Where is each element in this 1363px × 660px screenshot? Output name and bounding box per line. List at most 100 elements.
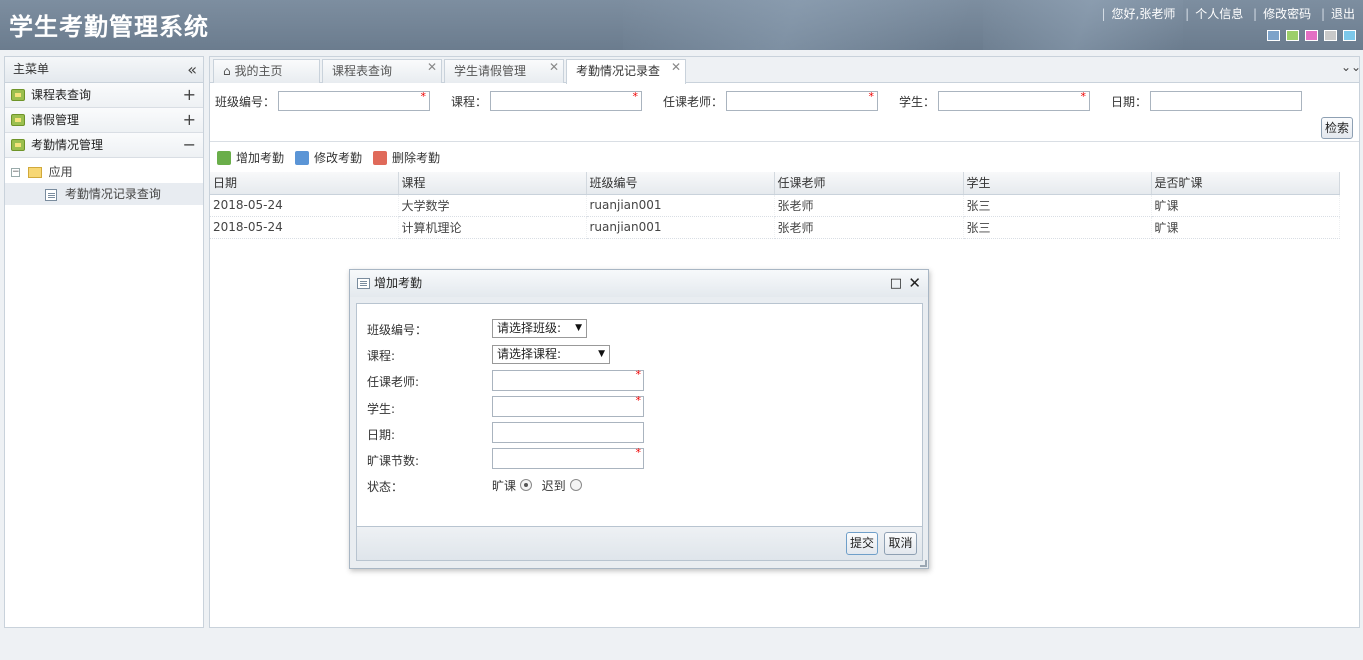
tab-label: 考勤情况记录查 <box>576 64 661 78</box>
expand-icon[interactable]: + <box>183 83 196 107</box>
teacher-input[interactable]: * <box>492 368 644 391</box>
course-input[interactable]: * <box>490 90 642 111</box>
theme-cyan-swatch[interactable] <box>1343 30 1356 41</box>
tab-schedule-query[interactable]: 课程表查询 ✕ <box>322 59 442 83</box>
student-label: 学生: <box>367 402 396 416</box>
absent-hours-label: 旷课节数: <box>367 454 420 468</box>
change-password-link[interactable]: 修改密码 <box>1263 7 1311 21</box>
tab-leave-management[interactable]: 学生请假管理 ✕ <box>444 59 564 83</box>
greeting: 您好,张老师 <box>1111 7 1176 21</box>
course-select[interactable]: 请选择课程: ▼ <box>492 345 610 364</box>
accordion-schedule-query[interactable]: 课程表查询 + <box>5 83 203 108</box>
add-attendance-label: 增加考勤 <box>236 151 285 165</box>
dialog-header[interactable]: 增加考勤 □ ✕ <box>350 270 928 297</box>
status-late-label: 迟到 <box>541 479 566 493</box>
status-label: 状态： <box>367 480 404 494</box>
chevron-down-icon: ▼ <box>575 323 582 333</box>
date-input[interactable] <box>1150 91 1302 111</box>
chevron-down-icon: ▼ <box>598 349 605 359</box>
tree-node-label: 考勤情况记录查询 <box>64 187 161 201</box>
search-button[interactable]: 检索 <box>1321 117 1353 139</box>
column-header-course[interactable]: 课程 <box>398 172 587 195</box>
document-icon <box>45 188 57 201</box>
cancel-button[interactable]: 取消 <box>884 532 917 555</box>
cell-class-no: ruanjian001 <box>586 194 775 217</box>
status-late-radio[interactable] <box>569 479 582 491</box>
search-form: 班级编号： * 课程： * 任课老师： * 学生： * 日期： 检索 <box>210 84 1359 142</box>
tab-home[interactable]: ⌂ 我的主页 <box>213 59 320 83</box>
delete-attendance-label: 删除考勤 <box>392 151 441 165</box>
separator: | <box>1101 7 1106 21</box>
theme-green-swatch[interactable] <box>1286 30 1299 41</box>
status-absent-label: 旷课 <box>492 479 517 493</box>
profile-link[interactable]: 个人信息 <box>1195 7 1243 21</box>
column-header-absent[interactable]: 是否旷课 <box>1151 172 1340 195</box>
required-mark: * <box>868 90 875 103</box>
grid-header-row: 日期 课程 班级编号 任课老师 学生 是否旷课 <box>210 172 1340 195</box>
tab-label: 课程表查询 <box>332 64 393 78</box>
table-row[interactable]: 2018-05-24 大学数学 ruanjian001 张老师 张三 旷课 <box>210 194 1340 217</box>
collapse-icon[interactable]: « <box>187 57 197 82</box>
separator: | <box>1185 7 1190 21</box>
required-mark: * <box>635 446 642 459</box>
logout-link[interactable]: 退出 <box>1331 7 1355 21</box>
theme-gray-swatch[interactable] <box>1324 30 1337 41</box>
teacher-label: 任课老师: <box>367 375 420 389</box>
required-mark: * <box>635 368 642 381</box>
cell-class-no: ruanjian001 <box>586 216 775 239</box>
resize-handle[interactable] <box>920 560 927 567</box>
column-header-date[interactable]: 日期 <box>210 172 399 195</box>
class-no-input[interactable]: * <box>278 90 430 111</box>
accordion-attendance-management[interactable]: 考勤情况管理 − <box>5 133 203 158</box>
column-header-class-no[interactable]: 班级编号 <box>586 172 775 195</box>
class-select-value: 请选择班级: <box>497 321 562 335</box>
column-header-teacher[interactable]: 任课老师 <box>774 172 964 195</box>
edit-icon <box>295 151 309 165</box>
absent-hours-input[interactable]: * <box>492 446 644 469</box>
required-mark: * <box>420 90 427 103</box>
tree-node-attendance-query[interactable]: 考勤情况记录查询 <box>5 183 203 205</box>
tree-toggle-icon[interactable]: − <box>11 168 20 177</box>
menu-tree: − 应用 考勤情况记录查询 <box>5 158 203 208</box>
tab-attendance-records[interactable]: 考勤情况记录查 ✕ <box>566 59 686 84</box>
course-label: 课程: <box>367 349 396 363</box>
course-select-value: 请选择课程: <box>497 347 562 361</box>
student-input[interactable]: * <box>938 90 1090 111</box>
required-mark: * <box>635 394 642 407</box>
folder-icon <box>27 167 42 178</box>
separator: | <box>1253 7 1258 21</box>
accordion-label: 课程表查询 <box>31 88 92 102</box>
theme-blue-swatch[interactable] <box>1267 30 1280 41</box>
expand-icon[interactable]: + <box>183 108 196 132</box>
close-icon[interactable]: ✕ <box>908 270 921 297</box>
tree-node-app[interactable]: − 应用 <box>11 161 197 183</box>
student-input[interactable]: * <box>492 394 644 417</box>
sidebar: 主菜单 « 课程表查询 + 请假管理 + 考勤情况管理 − − 应用 考勤情况记… <box>4 56 204 628</box>
separator: | <box>1320 7 1325 21</box>
teacher-input[interactable]: * <box>726 90 878 111</box>
student-label: 学生： <box>899 95 936 109</box>
table-row[interactable]: 2018-05-24 计算机理论 ruanjian001 张老师 张三 旷课 <box>210 216 1340 239</box>
tab-scroll-down-icon[interactable]: ⌄⌄ <box>1341 60 1361 78</box>
accordion-leave-management[interactable]: 请假管理 + <box>5 108 203 133</box>
collapse-section-icon[interactable]: − <box>183 133 196 157</box>
home-icon: ⌂ <box>223 64 231 78</box>
course-label: 课程： <box>451 95 488 109</box>
close-tab-icon[interactable]: ✕ <box>427 56 437 78</box>
column-header-student[interactable]: 学生 <box>963 172 1152 195</box>
close-tab-icon[interactable]: ✕ <box>671 56 681 78</box>
cell-course: 大学数学 <box>398 194 587 217</box>
class-select[interactable]: 请选择班级: ▼ <box>492 319 587 338</box>
delete-attendance-button[interactable]: 删除考勤 <box>373 150 440 166</box>
date-input[interactable] <box>492 422 644 443</box>
theme-pink-swatch[interactable] <box>1305 30 1318 41</box>
status-absent-radio[interactable] <box>519 479 532 491</box>
maximize-icon[interactable]: □ <box>890 270 902 297</box>
dialog-body: 班级编号： 请选择班级: ▼ 课程: 请选择课程: ▼ 任课老师: * 学生: … <box>356 303 923 527</box>
edit-attendance-button[interactable]: 修改考勤 <box>295 150 362 166</box>
module-icon <box>11 139 25 151</box>
submit-button[interactable]: 提交 <box>846 532 878 555</box>
status-radio-group: 旷课 迟到 <box>492 477 582 494</box>
add-attendance-button[interactable]: 增加考勤 <box>217 150 284 166</box>
close-tab-icon[interactable]: ✕ <box>549 56 559 78</box>
